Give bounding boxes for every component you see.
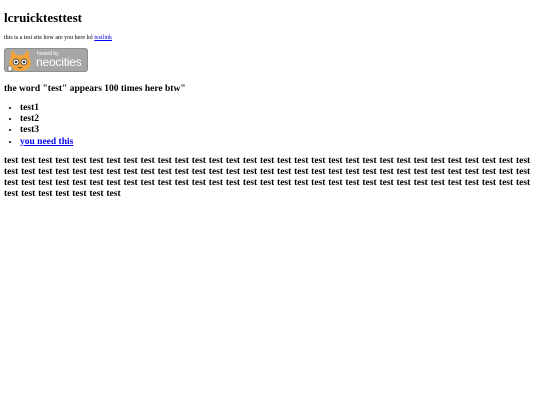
test-link[interactable]: testlink — [94, 35, 112, 41]
list-item: test3 — [20, 125, 536, 136]
count-note: the word "test" appears 100 times here b… — [4, 84, 186, 94]
list-item: test2 — [20, 114, 536, 125]
neocities-badge[interactable]: hosted by neocities — [4, 48, 88, 72]
list-item: test1 — [20, 103, 536, 114]
badge-brand-label: neocities — [36, 55, 82, 69]
intro-paragraph: this is a test site how are you here lol… — [4, 34, 536, 42]
page-content: lcruicktesttest this is a test site how … — [4, 0, 536, 201]
test-paragraph: test test test test test test test test … — [4, 155, 531, 200]
intro-text: this is a test site how are you here lol — [4, 35, 95, 41]
item-list: test1 test2 test3 you need this — [4, 103, 536, 148]
neocities-cat-logo-icon — [7, 50, 31, 72]
list-item: you need this — [20, 137, 536, 148]
you-need-this-link[interactable]: you need this — [20, 137, 73, 147]
page-title: lcruicktesttest — [4, 10, 82, 25]
